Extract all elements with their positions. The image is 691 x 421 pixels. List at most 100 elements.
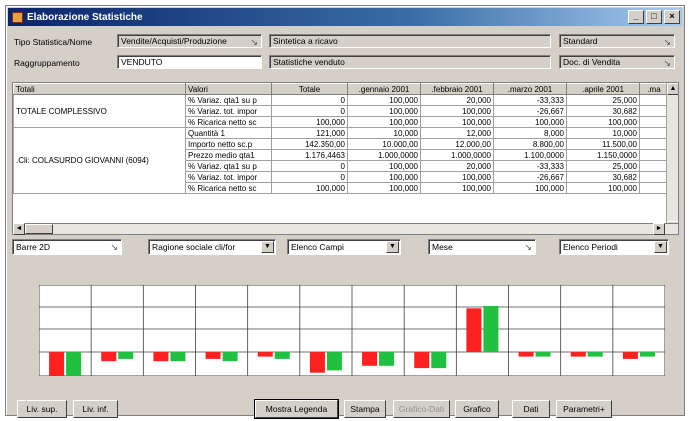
table-cell: 100,000 bbox=[420, 105, 494, 117]
table-cell: 100,000 bbox=[347, 116, 421, 128]
tipo-label: Tipo Statistica/Nome bbox=[14, 37, 93, 47]
column-header[interactable]: Totale bbox=[271, 83, 348, 95]
table-row[interactable]: TOTALE COMPLESSIVO% Variaz. qta1 su p 0 10… bbox=[13, 94, 669, 128]
column-header[interactable]: .gennaio 2001 bbox=[347, 83, 421, 95]
chevron-down-icon[interactable]: ▼ bbox=[261, 241, 274, 253]
tipo-field[interactable]: Vendite/Acquisti/Produzione ↘ bbox=[117, 34, 262, 48]
scroll-left-icon[interactable]: ◄ bbox=[13, 223, 25, 235]
level-up-button[interactable]: Liv. sup. bbox=[17, 400, 67, 418]
vertical-scrollbar[interactable]: ▲ ▼ bbox=[666, 83, 678, 233]
chevron-down-icon[interactable]: ▼ bbox=[654, 241, 667, 253]
chart-bar bbox=[535, 352, 551, 357]
table-cell: 30,682 bbox=[566, 171, 640, 183]
fields-select[interactable]: Elenco Campi ▼ bbox=[287, 239, 401, 255]
show-legend-button[interactable]: Mostra Legenda bbox=[254, 399, 339, 419]
table-cell: 1.100,0000 bbox=[493, 149, 567, 161]
table-cell: 0 bbox=[271, 171, 348, 183]
table-cell bbox=[639, 127, 669, 139]
standard-field[interactable]: Standard ↘ bbox=[559, 34, 675, 48]
print-button[interactable]: Stampa bbox=[344, 400, 386, 418]
column-header[interactable]: .febbraio 2001 bbox=[420, 83, 494, 95]
table-cell: 0 bbox=[271, 94, 348, 106]
table-cell: -33,333 bbox=[493, 94, 567, 106]
table-cell: 12,000 bbox=[420, 127, 494, 139]
raggruppamento-description: Statistiche venduto bbox=[269, 55, 551, 69]
chart-bar bbox=[431, 352, 447, 369]
table-cell: 25,000 bbox=[566, 160, 640, 172]
level-down-button[interactable]: Liv. inf. bbox=[73, 400, 118, 418]
table-cell: 100,000 bbox=[271, 182, 348, 194]
table-cell: 20,000 bbox=[420, 94, 494, 106]
table-cell: 100,000 bbox=[347, 171, 421, 183]
table-cell: -33,333 bbox=[493, 160, 567, 172]
chevron-down-icon[interactable]: ▼ bbox=[386, 241, 399, 253]
series-field-select[interactable]: Ragione sociale cli/for ▼ bbox=[148, 239, 276, 255]
group-label: TOTALE COMPLESSIVO bbox=[13, 94, 186, 128]
table-row[interactable]: .Cli: COLASURDO GIOVANNI (6094) Quantità … bbox=[13, 127, 669, 194]
statistics-table: Totali Valori Totale .gennaio 2001 .febbraio… bbox=[13, 83, 669, 194]
table-cell: 100,000 bbox=[347, 94, 421, 106]
chart-data-button[interactable]: Grafico-Dati bbox=[393, 400, 450, 418]
column-header[interactable]: .aprile 2001 bbox=[566, 83, 640, 95]
picker-icon[interactable]: ↘ bbox=[663, 58, 671, 68]
standard-value: Standard bbox=[563, 36, 598, 46]
column-header[interactable]: Valori bbox=[185, 83, 272, 95]
table-cell: 100,000 bbox=[566, 116, 640, 128]
title-bar[interactable]: Elaborazione Statistiche _ □ × bbox=[8, 8, 682, 26]
statistics-grid[interactable]: Totali Valori Totale .gennaio 2001 .febbraio… bbox=[12, 82, 679, 234]
table-cell: 10.000,00 bbox=[347, 138, 421, 150]
app-icon bbox=[12, 11, 23, 23]
chart-bar bbox=[205, 352, 221, 359]
horizontal-scrollbar[interactable]: ◄ ► bbox=[12, 223, 679, 235]
chart-bar bbox=[570, 352, 586, 357]
table-cell: -26,667 bbox=[493, 171, 567, 183]
table-cell bbox=[639, 149, 669, 161]
chart-bar bbox=[466, 308, 482, 352]
scroll-up-icon[interactable]: ▲ bbox=[667, 83, 678, 95]
table-cell: 100,000 bbox=[347, 105, 421, 117]
close-button[interactable]: × bbox=[664, 10, 680, 24]
table-cell: 0 bbox=[271, 105, 348, 117]
minimize-button[interactable]: _ bbox=[628, 10, 644, 24]
tipo-value: Vendite/Acquisti/Produzione bbox=[121, 36, 227, 46]
maximize-button[interactable]: □ bbox=[646, 10, 662, 24]
picker-icon[interactable]: ↘ bbox=[663, 37, 671, 47]
chart-bar bbox=[326, 352, 342, 371]
window-title: Elaborazione Statistiche bbox=[27, 11, 143, 23]
table-cell: 1.000,0000 bbox=[347, 149, 421, 161]
scroll-thumb[interactable] bbox=[25, 224, 53, 234]
table-cell: 1.150,0000 bbox=[566, 149, 640, 161]
table-cell: 100,000 bbox=[347, 182, 421, 194]
periods-select[interactable]: Elenco Periodi ▼ bbox=[559, 239, 669, 255]
scroll-right-icon[interactable]: ► bbox=[653, 223, 665, 235]
picker-icon[interactable]: ↘ bbox=[250, 37, 258, 47]
metric-label: % Variaz. qta1 su p bbox=[185, 94, 272, 106]
chart-bar bbox=[362, 352, 378, 366]
chart-type-select[interactable]: Barre 2D ↘ bbox=[12, 239, 122, 255]
chart-bar bbox=[257, 352, 273, 357]
parameters-button[interactable]: Parametri+ bbox=[556, 400, 612, 418]
column-header[interactable]: Totali bbox=[13, 83, 186, 95]
table-cell: 121,000 bbox=[271, 127, 348, 139]
doc-vendita-field[interactable]: Doc. di Vendita ↘ bbox=[559, 55, 675, 69]
period-select[interactable]: Mese ↘ bbox=[428, 239, 536, 255]
picker-icon[interactable]: ↘ bbox=[110, 242, 118, 253]
fields-value: Elenco Campi bbox=[291, 242, 344, 252]
column-header[interactable]: .marzo 2001 bbox=[493, 83, 567, 95]
table-cell bbox=[639, 182, 669, 194]
picker-icon[interactable]: ↘ bbox=[524, 242, 532, 253]
column-header[interactable]: .ma bbox=[639, 83, 669, 95]
table-cell: 1.176,4463 bbox=[271, 149, 348, 161]
metric-label: % Variaz. tot. impor bbox=[185, 105, 272, 117]
table-cell bbox=[639, 105, 669, 117]
chart-bar bbox=[118, 352, 134, 359]
chart-bar bbox=[518, 352, 534, 357]
table-cell: 100,000 bbox=[271, 116, 348, 128]
chart-bar bbox=[309, 352, 325, 373]
table-cell bbox=[639, 116, 669, 128]
data-button[interactable]: Dati bbox=[512, 400, 550, 418]
table-cell: 100,000 bbox=[420, 182, 494, 194]
raggruppamento-field[interactable]: VENDUTO bbox=[117, 55, 262, 69]
table-cell: 30,682 bbox=[566, 105, 640, 117]
chart-button[interactable]: Grafico bbox=[455, 400, 499, 418]
